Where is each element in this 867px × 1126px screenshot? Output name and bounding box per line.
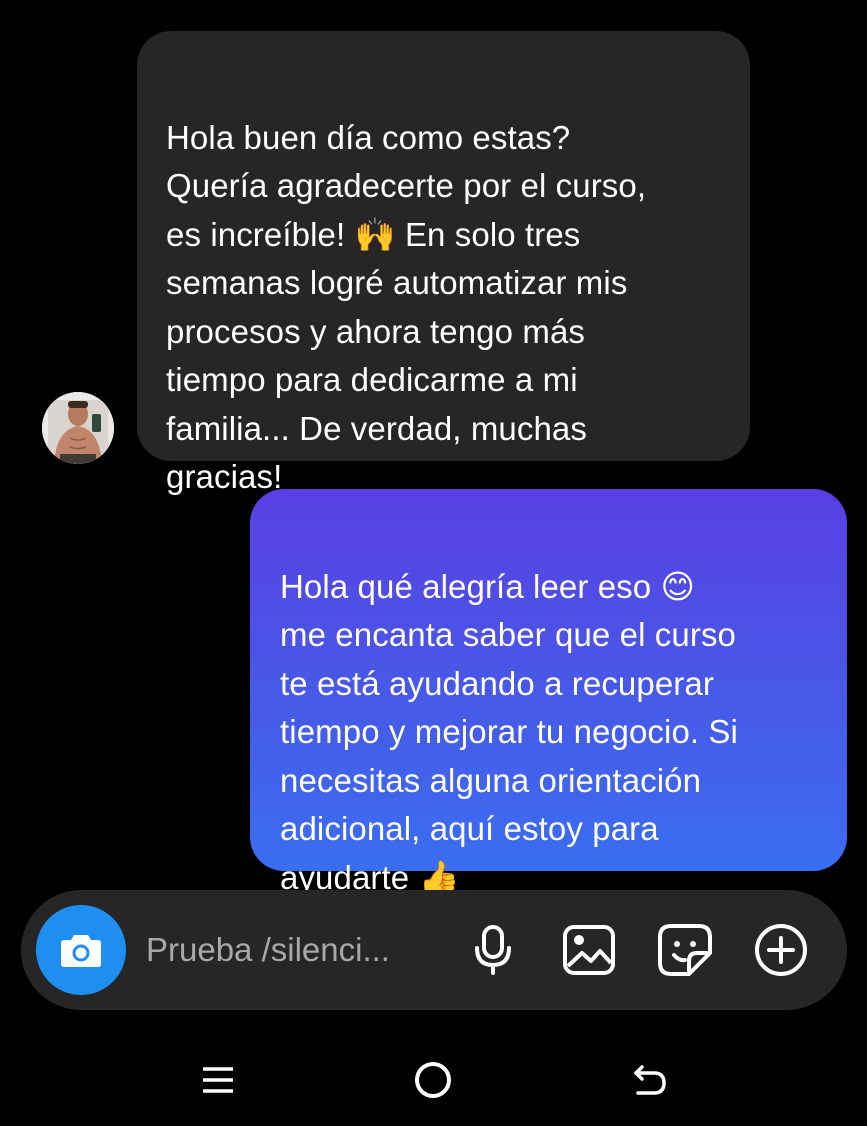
- sticker-icon: [658, 924, 712, 976]
- home-button[interactable]: [407, 1054, 459, 1106]
- microphone-icon: [475, 925, 511, 975]
- message-composer: [21, 890, 847, 1010]
- plus-circle-icon: [755, 924, 807, 976]
- microphone-button[interactable]: [461, 918, 525, 982]
- gallery-icon: [563, 925, 615, 975]
- system-navigation-bar: [0, 1040, 867, 1120]
- camera-button[interactable]: [36, 905, 126, 995]
- incoming-message-bubble[interactable]: Hola buen día como estas? Quería agradec…: [137, 31, 750, 495]
- recent-apps-icon: [203, 1067, 233, 1093]
- back-icon: [634, 1065, 666, 1095]
- outgoing-message-text: Hola qué alegría leer eso 😊 me encanta s…: [280, 567, 738, 896]
- more-options-button[interactable]: [749, 918, 813, 982]
- camera-icon: [61, 935, 101, 967]
- sticker-button[interactable]: [653, 918, 717, 982]
- message-input[interactable]: [146, 928, 446, 972]
- sender-avatar[interactable]: [42, 392, 114, 464]
- incoming-message-text: Hola buen día como estas? Quería agradec…: [166, 118, 647, 496]
- home-icon: [415, 1062, 451, 1098]
- outgoing-message-bubble[interactable]: Hola qué alegría leer eso 😊 me encanta s…: [250, 489, 847, 896]
- avatar-photo-icon: [42, 392, 114, 464]
- back-button[interactable]: [624, 1054, 676, 1106]
- recent-apps-button[interactable]: [192, 1054, 244, 1106]
- gallery-button[interactable]: [557, 918, 621, 982]
